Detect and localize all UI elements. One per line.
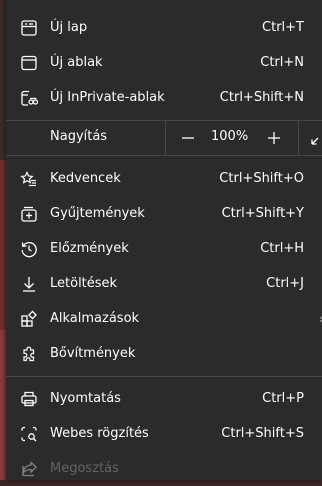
- menu-item-label: Webes rögzítés: [50, 426, 149, 441]
- collections-icon: [19, 204, 39, 224]
- menu-item-label: Bővítmények: [50, 346, 136, 361]
- extensions-icon: [19, 344, 39, 364]
- browser-settings-menu: Új lap Ctrl+T Új ablak Ctrl+N Új InPriva…: [6, 0, 322, 480]
- menu-item-share[interactable]: Megosztás: [6, 451, 322, 486]
- menu-item-new-inprivate-window[interactable]: Új InPrivate-ablak Ctrl+Shift+N: [6, 80, 322, 115]
- new-tab-icon: [19, 18, 39, 38]
- menu-item-new-tab[interactable]: Új lap Ctrl+T: [6, 10, 322, 45]
- zoom-in-button[interactable]: [262, 126, 286, 150]
- new-window-icon: [19, 53, 39, 73]
- menu-item-shortcut: Ctrl+H: [260, 241, 304, 256]
- menu-item-shortcut: Ctrl+T: [262, 20, 304, 35]
- zoom-level: 100%: [211, 129, 249, 144]
- minus-icon: [182, 137, 194, 139]
- favorites-icon: [19, 169, 39, 189]
- menu-item-favorites[interactable]: Kedvencek Ctrl+Shift+O: [6, 161, 322, 196]
- menu-item-label: Új lap: [50, 20, 88, 35]
- menu-divider: [6, 155, 322, 156]
- zoom-row: Nagyítás 100%: [6, 120, 322, 155]
- menu-item-label: Alkalmazások: [50, 311, 140, 326]
- menu-item-apps[interactable]: Alkalmazások ›: [6, 301, 322, 336]
- menu-item-shortcut: Ctrl+Shift+Y: [221, 206, 304, 221]
- menu-item-history[interactable]: Előzmények Ctrl+H: [6, 231, 322, 266]
- menu-item-web-capture[interactable]: Webes rögzítés Ctrl+Shift+S: [6, 416, 322, 451]
- zoom-label: Nagyítás: [50, 129, 108, 144]
- inprivate-window-icon: [19, 88, 39, 108]
- history-icon: [19, 239, 39, 259]
- menu-item-shortcut: Ctrl+N: [260, 55, 304, 70]
- menu-item-new-window[interactable]: Új ablak Ctrl+N: [6, 45, 322, 80]
- menu-item-collections[interactable]: Gyűjtemények Ctrl+Shift+Y: [6, 196, 322, 231]
- apps-icon: [19, 309, 39, 329]
- menu-item-print[interactable]: Nyomtatás Ctrl+P: [6, 381, 322, 416]
- menu-divider: [6, 376, 322, 377]
- fullscreen-icon: [311, 137, 319, 145]
- menu-item-label: Új InPrivate-ablak: [50, 90, 165, 105]
- print-icon: [19, 389, 39, 409]
- menu-item-label: Kedvencek: [50, 171, 121, 186]
- menu-item-label: Gyűjtemények: [50, 206, 145, 221]
- share-icon: [19, 459, 39, 479]
- menu-item-label: Megosztás: [50, 461, 119, 476]
- zoom-separator: [165, 120, 166, 155]
- zoom-separator: [298, 120, 299, 155]
- menu-item-label: Előzmények: [50, 241, 129, 256]
- menu-item-shortcut: Ctrl+Shift+N: [219, 90, 304, 105]
- menu-item-shortcut: Ctrl+J: [266, 276, 304, 291]
- menu-item-label: Új ablak: [50, 55, 103, 70]
- menu-item-downloads[interactable]: Letöltések Ctrl+J: [6, 266, 322, 301]
- web-capture-icon: [19, 424, 39, 444]
- plus-icon: [268, 132, 280, 144]
- zoom-out-button[interactable]: [176, 126, 200, 150]
- menu-item-shortcut: Ctrl+Shift+S: [221, 426, 304, 441]
- fullscreen-button[interactable]: [306, 126, 322, 150]
- menu-item-extensions[interactable]: Bővítmények: [6, 336, 322, 371]
- downloads-icon: [19, 274, 39, 294]
- menu-item-label: Letöltések: [50, 276, 118, 291]
- menu-item-shortcut: Ctrl+P: [262, 391, 304, 406]
- menu-item-label: Nyomtatás: [50, 391, 121, 406]
- menu-item-shortcut: Ctrl+Shift+O: [219, 171, 304, 186]
